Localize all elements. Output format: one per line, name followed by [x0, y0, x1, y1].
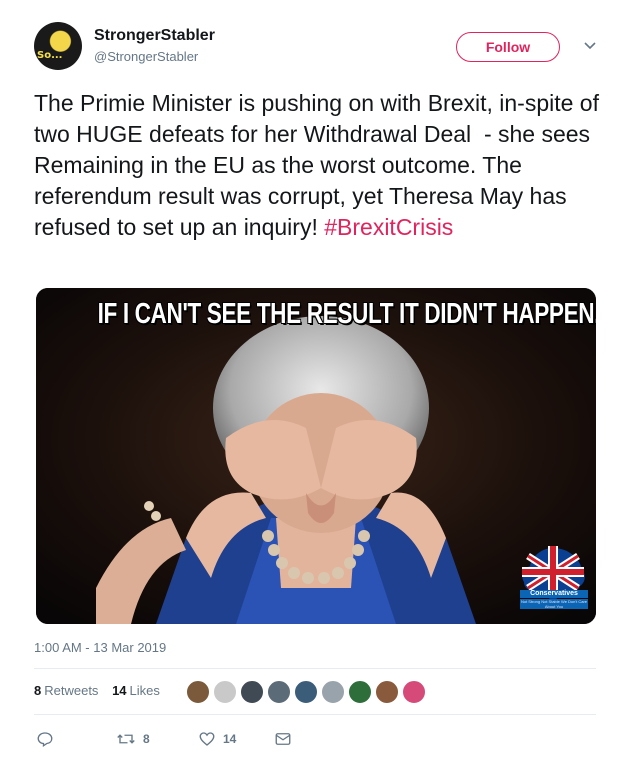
tweet-timestamp[interactable]: 1:00 AM - 13 Mar 2019	[34, 640, 166, 655]
retweets-label: Retweets	[44, 683, 99, 698]
likes-stat[interactable]: 14 Likes	[112, 683, 160, 698]
liker-avatar[interactable]	[240, 680, 264, 704]
liker-avatar[interactable]	[321, 680, 345, 704]
heart-icon	[199, 732, 215, 746]
tweet-media-image[interactable]: IF I CAN'T SEE THE RESULT IT DIDN'T HAPP…	[36, 288, 596, 624]
retweets-stat[interactable]: 8 Retweets	[34, 683, 98, 698]
user-handle[interactable]: @StrongerStabler	[94, 49, 198, 64]
envelope-icon	[275, 733, 291, 745]
reply-icon	[37, 732, 53, 748]
badge-title: Conservatives	[520, 590, 588, 598]
tweet-stats: 8 Retweets 14 Likes	[34, 683, 170, 698]
follow-button[interactable]: Follow	[456, 32, 560, 62]
liker-avatar[interactable]	[267, 680, 291, 704]
like-button[interactable]: 14	[198, 728, 236, 750]
reply-button[interactable]	[36, 728, 61, 750]
user-avatar[interactable]: So...	[34, 22, 82, 70]
retweets-count: 8	[34, 683, 42, 698]
hashtag-link[interactable]: #BrexitCrisis	[324, 214, 453, 240]
tweet-header: So... StrongerStabler @StrongerStabler F…	[34, 22, 604, 78]
tweet-body: The Primie Minister is pushing on with B…	[34, 90, 606, 240]
liker-avatar[interactable]	[348, 680, 372, 704]
chevron-down-icon[interactable]	[582, 37, 598, 53]
liker-avatar[interactable]	[186, 680, 210, 704]
liker-avatar[interactable]	[375, 680, 399, 704]
tweet-text: The Primie Minister is pushing on with B…	[34, 88, 600, 243]
divider-bottom	[34, 714, 596, 715]
liker-avatar[interactable]	[294, 680, 318, 704]
likes-label: Likes	[129, 683, 160, 698]
direct-message-button[interactable]	[274, 728, 292, 750]
user-display-name[interactable]: StrongerStabler	[94, 27, 215, 45]
tweet-actions: 8 14	[34, 728, 596, 752]
badge-subtitle: Not Strong Not Stable We Don't Care Abou…	[520, 599, 588, 609]
photo-illustration	[36, 288, 596, 624]
retweet-count: 8	[143, 732, 150, 746]
retweet-button[interactable]: 8	[116, 728, 150, 750]
retweet-icon	[117, 734, 135, 744]
divider-top	[34, 668, 596, 669]
liker-avatar[interactable]	[402, 680, 426, 704]
liker-avatar[interactable]	[213, 680, 237, 704]
meme-caption: IF I CAN'T SEE THE RESULT IT DIDN'T HAPP…	[97, 298, 596, 330]
likes-count: 14	[112, 683, 127, 698]
like-count: 14	[223, 732, 237, 746]
avatar-caption: So...	[37, 50, 63, 61]
